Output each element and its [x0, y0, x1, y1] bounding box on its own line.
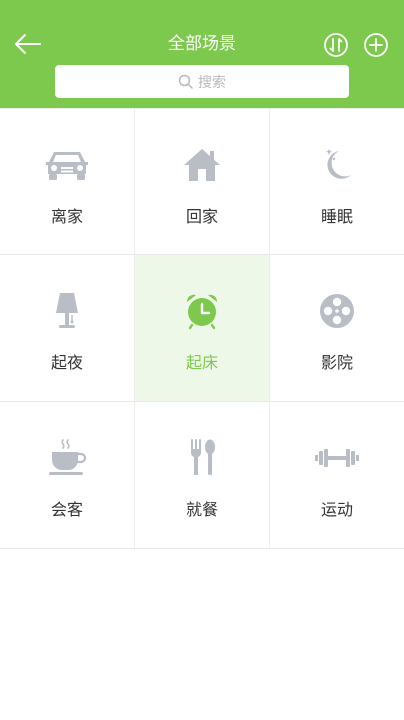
search-icon: [178, 74, 193, 89]
scene-label: 运动: [320, 500, 353, 519]
scene-label: 离家: [50, 207, 83, 226]
scene-grid: 离家 回家 睡眠 起夜 起床 影院 会客 就餐 运动: [0, 108, 404, 549]
search-placeholder: 搜索: [198, 74, 226, 91]
sort-arrows-icon: [324, 33, 348, 57]
scene-item-come-home[interactable]: 回家: [135, 109, 270, 254]
scene-item-wake-up[interactable]: 起床: [135, 255, 270, 401]
fork-spoon-icon: [191, 439, 215, 475]
scene-row: 会客 就餐 运动: [0, 402, 404, 549]
scene-label: 起床: [185, 353, 218, 372]
dumbbell-icon: [315, 449, 359, 467]
film-reel-icon: [320, 294, 354, 328]
scene-item-sleep[interactable]: 睡眠: [270, 109, 404, 254]
scene-item-cinema[interactable]: 影院: [270, 255, 404, 401]
scene-item-night-up[interactable]: 起夜: [0, 255, 135, 401]
scene-label: 回家: [185, 207, 218, 226]
alarm-clock-icon: [186, 294, 218, 330]
tea-cup-icon: [49, 439, 87, 475]
moon-icon: [326, 149, 351, 179]
scene-item-dining[interactable]: 就餐: [135, 402, 270, 548]
scene-row: 离家 回家 睡眠: [0, 108, 404, 255]
house-icon: [184, 149, 220, 181]
scene-item-guests[interactable]: 会客: [0, 402, 135, 548]
scene-label: 就餐: [185, 500, 218, 519]
car-icon: [46, 152, 88, 180]
scene-label: 会客: [50, 500, 83, 519]
scene-row: 起夜 起床 影院: [0, 255, 404, 402]
lamp-icon: [56, 293, 78, 328]
sort-button[interactable]: [323, 32, 349, 58]
header-bar: 全部场景 搜索: [0, 0, 404, 108]
scene-item-exercise[interactable]: 运动: [270, 402, 404, 548]
scene-label: 起夜: [50, 353, 83, 372]
add-scene-button[interactable]: [363, 32, 389, 58]
plus-circle-icon: [364, 33, 388, 57]
scene-label: 睡眠: [320, 207, 353, 226]
scene-label: 影院: [320, 353, 353, 372]
search-input[interactable]: 搜索: [55, 65, 349, 98]
scene-item-leave-home[interactable]: 离家: [0, 109, 135, 254]
